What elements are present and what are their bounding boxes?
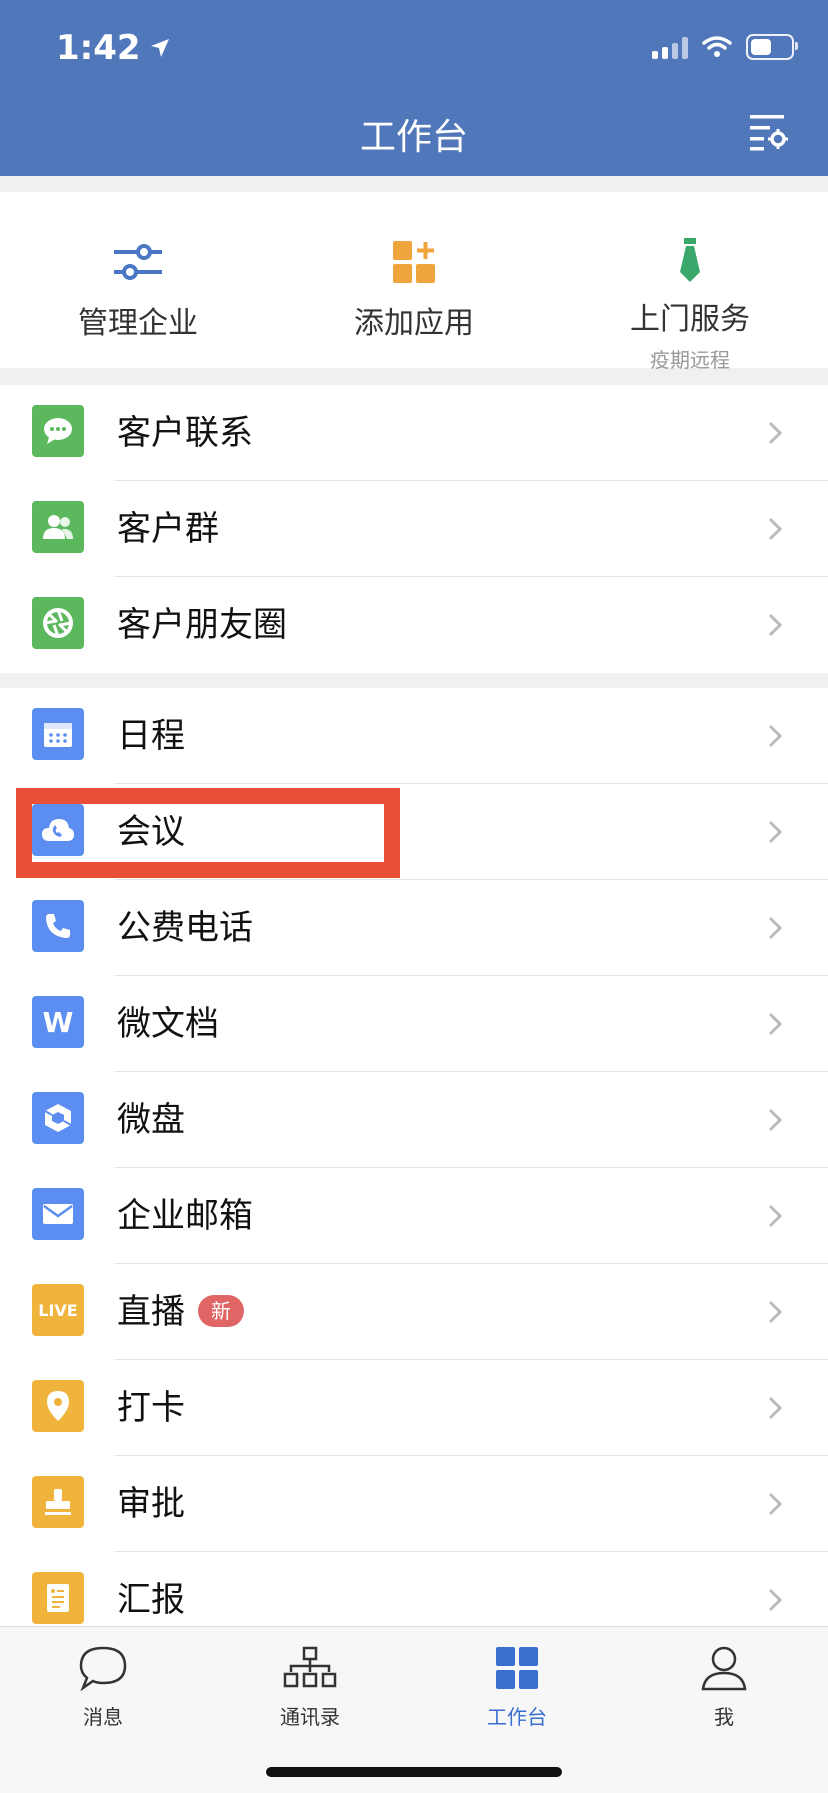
add-app-button[interactable]: 添加应用 <box>276 192 552 368</box>
manage-enterprise-button[interactable]: 管理企业 <box>0 192 276 368</box>
app-row-public-call[interactable]: 公费电话 <box>0 880 828 976</box>
top-bar: 1:42 工作台 <box>0 0 828 176</box>
app-row-customer-contact[interactable]: 客户联系 <box>0 385 828 481</box>
app-row-meeting[interactable]: 会议 <box>0 784 828 880</box>
quick-actions: 管理企业 添加应用 上门服务 疫期远程 <box>0 192 828 372</box>
customer-apps-group: 客户联系 客户群 客户朋友圈 <box>0 385 828 673</box>
work-apps-group: 日程 会议 公费电话 W 微文档 微盘 企业邮箱 LIVE 直播 新 打卡 审批… <box>0 688 828 1648</box>
location-pin-icon <box>32 1380 84 1432</box>
chat-bubble-icon <box>32 405 84 457</box>
chevron-right-icon <box>768 1300 782 1324</box>
tab-workbench[interactable]: 工作台 <box>447 1643 587 1730</box>
tab-messages[interactable]: 消息 <box>33 1643 173 1730</box>
chevron-right-icon <box>768 1012 782 1036</box>
calendar-icon <box>32 708 84 760</box>
message-icon <box>79 1646 127 1691</box>
cube-drive-icon <box>32 1092 84 1144</box>
app-row-schedule[interactable]: 日程 <box>0 688 828 784</box>
page-title: 工作台 <box>359 117 468 158</box>
person-icon <box>701 1646 747 1691</box>
chevron-right-icon <box>768 916 782 940</box>
settings-list-icon[interactable] <box>748 112 788 152</box>
chevron-right-icon <box>768 517 782 541</box>
cellular-signal-icon <box>652 35 688 59</box>
app-row-micro-doc[interactable]: W 微文档 <box>0 976 828 1072</box>
home-indicator <box>266 1767 562 1777</box>
status-indicators <box>652 34 798 60</box>
stamp-icon <box>32 1476 84 1528</box>
chevron-right-icon <box>768 421 782 445</box>
sliders-icon <box>114 244 162 280</box>
aperture-icon <box>32 597 84 649</box>
mail-icon <box>32 1188 84 1240</box>
chevron-right-icon <box>768 1204 782 1228</box>
chevron-right-icon <box>768 1588 782 1612</box>
location-arrow-icon <box>150 39 169 57</box>
new-badge: 新 <box>198 1295 244 1327</box>
chevron-right-icon <box>768 1396 782 1420</box>
org-chart-icon <box>283 1646 337 1688</box>
grid-icon <box>496 1647 538 1689</box>
status-time: 1:42 <box>56 28 171 68</box>
app-row-enterprise-mail[interactable]: 企业邮箱 <box>0 1168 828 1264</box>
app-row-customer-group[interactable]: 客户群 <box>0 481 828 577</box>
tab-contacts[interactable]: 通讯录 <box>240 1643 380 1730</box>
onsite-service-button[interactable]: 上门服务 疫期远程 <box>552 192 828 372</box>
wifi-icon <box>702 36 732 57</box>
app-row-micro-drive[interactable]: 微盘 <box>0 1072 828 1168</box>
chevron-right-icon <box>768 613 782 637</box>
app-row-check-in[interactable]: 打卡 <box>0 1360 828 1456</box>
chevron-right-icon <box>768 1108 782 1132</box>
chevron-right-icon <box>768 724 782 748</box>
app-row-live[interactable]: LIVE 直播 新 <box>0 1264 828 1360</box>
app-row-customer-moments[interactable]: 客户朋友圈 <box>0 577 828 673</box>
battery-icon <box>746 34 798 60</box>
tab-me[interactable]: 我 <box>654 1643 794 1730</box>
add-app-grid-icon <box>393 241 435 283</box>
people-icon <box>32 501 84 553</box>
chevron-right-icon <box>768 1492 782 1516</box>
live-icon: LIVE <box>32 1284 84 1336</box>
report-icon <box>32 1572 84 1624</box>
app-row-approval[interactable]: 审批 <box>0 1456 828 1552</box>
chevron-right-icon <box>768 820 782 844</box>
w-doc-icon: W <box>32 996 84 1048</box>
cloud-phone-icon <box>32 804 84 856</box>
phone-icon <box>32 900 84 952</box>
tie-icon <box>680 238 700 282</box>
